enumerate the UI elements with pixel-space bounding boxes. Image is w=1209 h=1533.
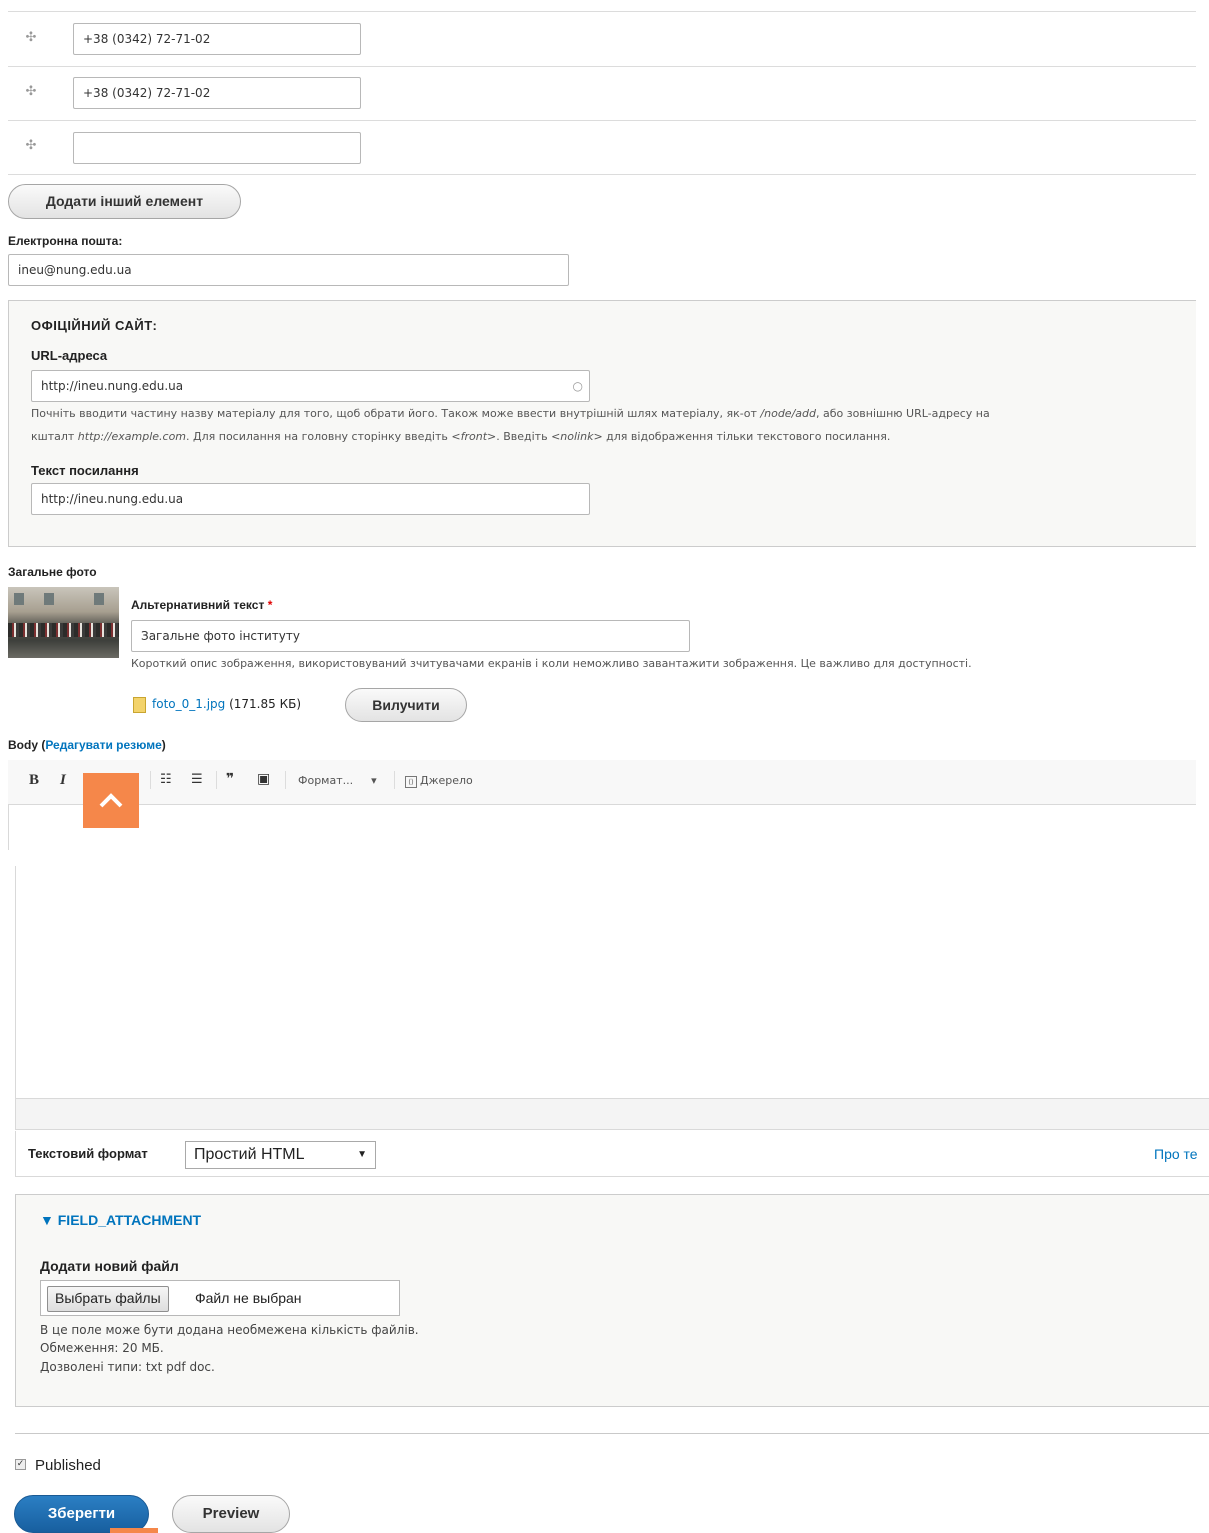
phone-input-2[interactable]: +38 (0342) 72-71-02 [73,77,361,109]
row-divider [8,66,1196,67]
source-icon: ⟨⟩ [405,776,417,788]
actions-divider [15,1433,1209,1434]
text-format-label: Текстовий формат [28,1146,148,1161]
preview-button[interactable]: Preview [172,1495,290,1533]
drag-handle-icon[interactable]: ✣ [24,30,38,45]
published-label: Published [35,1457,101,1474]
format-dropdown[interactable]: Формат... ▾ [298,774,377,787]
edit-summary-link[interactable]: Редагувати резюме [45,738,161,752]
chevron-up-icon [99,793,123,808]
source-button[interactable]: ⟨⟩ Джерело [405,774,473,788]
top-divider [8,11,1196,12]
attachment-help-2: Обмеження: 20 МБ. [40,1341,164,1355]
required-marker: * [267,598,273,612]
bulleted-list-button[interactable]: ☷ [160,772,172,787]
bold-button[interactable]: B [29,772,39,789]
photo-thumbnail [8,587,119,658]
email-input[interactable]: ineu@nung.edu.ua [8,254,569,286]
official-site-legend: ОФІЦІЙНИЙ САЙТ: [31,318,158,333]
row-divider [8,174,1196,175]
chevron-down-icon: ▼ [357,1149,367,1160]
row-divider [8,120,1196,121]
editor-status-bar [15,1098,1209,1130]
email-label: Електронна пошта: [8,234,123,248]
file-size: (171.85 КБ) [229,697,302,711]
editor-left-border [8,804,9,850]
phone-input-1[interactable]: +38 (0342) 72-71-02 [73,23,361,55]
published-checkbox[interactable]: ✓ [15,1459,26,1470]
url-help-line-1: Почніть вводити частину назву матеріалу … [31,407,990,420]
link-text-input[interactable]: http://ineu.nung.edu.ua [31,483,590,515]
no-file-text: Файл не выбран [195,1290,302,1306]
url-input[interactable]: http://ineu.nung.edu.ua ○ [31,370,590,402]
add-file-label: Додати новий файл [40,1258,179,1274]
toolbar-separator [394,771,395,789]
scroll-top-button-partial[interactable] [110,1528,158,1533]
scroll-top-button[interactable] [83,773,139,828]
alt-text-input[interactable]: Загальне фото інституту [131,620,690,652]
blockquote-button[interactable]: ❞ [226,771,234,787]
editor-left-border [15,866,16,1098]
phone-input-3[interactable] [73,132,361,164]
body-label: Body (Редагувати резюме) [8,738,166,752]
alt-text-label: Альтернативний текст * [131,598,273,612]
alt-text-help: Короткий опис зображення, використовуван… [131,657,972,670]
image-file-icon [133,697,146,713]
attachment-help-1: В це поле може бути додана необмежена кі… [40,1323,419,1337]
add-another-item-button[interactable]: Додати інший елемент [8,184,241,219]
attachment-toggle[interactable]: ▼ FIELD_ATTACHMENT [40,1212,201,1228]
drag-handle-icon[interactable]: ✣ [24,138,38,153]
text-format-select[interactable]: Простий HTML ▼ [185,1141,376,1169]
toolbar-separator [285,771,286,789]
image-button[interactable]: ▣ [257,771,270,787]
url-value: http://ineu.nung.edu.ua [41,379,184,393]
file-link[interactable]: foto_0_1.jpg [152,697,225,711]
url-help-line-2: кшталт http://example.com. Для посилання… [31,430,891,443]
numbered-list-button[interactable]: ☰ [191,772,203,787]
toolbar-separator [150,771,151,789]
toolbar-separator [216,771,217,789]
italic-button[interactable]: I [60,772,66,789]
about-text-formats-link[interactable]: Про те [1154,1146,1198,1162]
photo-label: Загальне фото [8,565,97,579]
url-label: URL-адреса [31,348,108,363]
attachment-help-3: Дозволені типи: txt pdf doc. [40,1360,215,1374]
autocomplete-throbber-icon: ○ [572,379,583,393]
editor-toolbar [8,760,1196,805]
remove-file-button[interactable]: Вилучити [345,688,467,722]
chevron-down-icon: ▾ [371,774,377,787]
file-input[interactable]: Выбрать файлы Файл не выбран [40,1280,400,1316]
drag-handle-icon[interactable]: ✣ [24,84,38,99]
link-text-label: Текст посилання [31,463,139,478]
choose-files-button[interactable]: Выбрать файлы [47,1286,169,1312]
file-info: foto_0_1.jpg (171.85 КБ) [152,697,301,711]
